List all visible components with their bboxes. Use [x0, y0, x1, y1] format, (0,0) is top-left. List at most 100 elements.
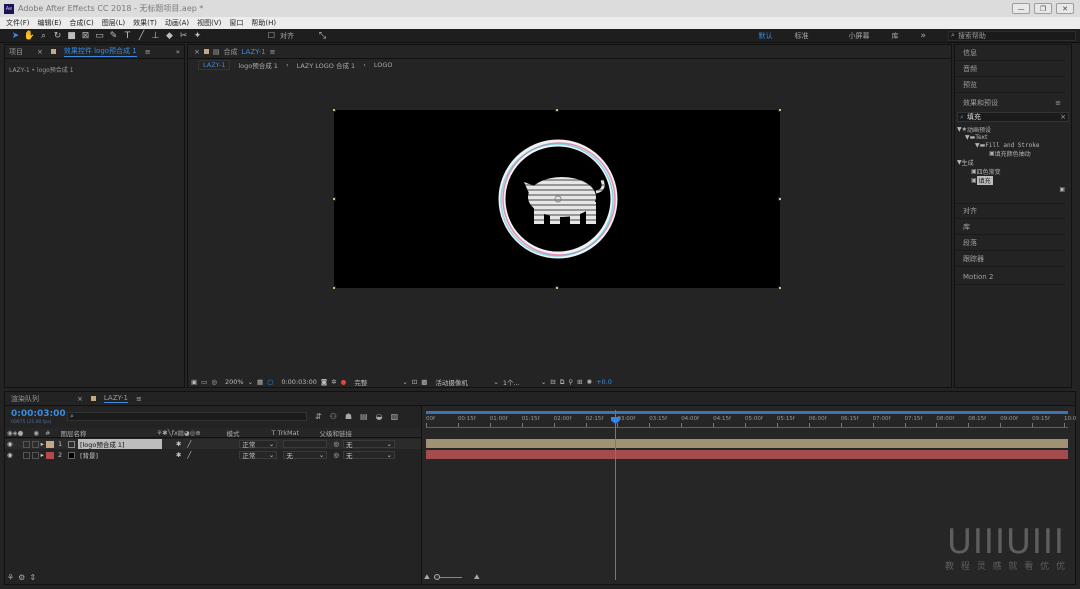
- snap-checkbox[interactable]: ☐: [266, 30, 277, 41]
- zoom-slider[interactable]: [433, 574, 462, 580]
- workspace-more-icon[interactable]: »: [920, 31, 926, 41]
- shy-icon[interactable]: ☗: [345, 412, 352, 421]
- tree-item[interactable]: ▼ 生成: [957, 157, 1069, 167]
- layer-bar-1[interactable]: [426, 439, 1068, 448]
- menu-composition[interactable]: 合成(C): [69, 18, 93, 28]
- layer-search[interactable]: ⌕: [67, 412, 307, 421]
- tab-comp-name[interactable]: LAZY-1: [242, 48, 266, 56]
- time-ruler[interactable]: 00f 00:15f 01:00f 01:15f 02:00f 02:15f 03:00f 0…: [422, 415, 1076, 427]
- panel-menu-icon[interactable]: ≡: [145, 48, 151, 56]
- menu-effect[interactable]: 效果(T): [133, 18, 157, 28]
- transform-handle[interactable]: [778, 108, 782, 112]
- workspace-library[interactable]: 库: [891, 31, 898, 41]
- timeline-timecode[interactable]: 0:00:03:00: [11, 409, 66, 419]
- close-button[interactable]: ✕: [1056, 3, 1074, 14]
- selection-tool-icon[interactable]: ➤: [10, 30, 21, 41]
- quality-switch-icon[interactable]: ╱: [187, 440, 191, 448]
- clone-tool-icon[interactable]: ⊥: [150, 30, 161, 41]
- lock-toggle[interactable]: [31, 451, 39, 459]
- layer-switches-toggle-icon[interactable]: ⚘: [7, 573, 14, 582]
- pan-behind-tool-icon[interactable]: ⊠: [80, 30, 91, 41]
- layer-row[interactable]: ◉ ▸ 2 [背景] ✱ ╱ 正常 ⌄ 无 ⌄ ◎ 无 ⌄: [5, 450, 423, 460]
- tree-item[interactable]: ▼ ▬ Text: [957, 133, 1069, 141]
- layer-bar-2[interactable]: [426, 450, 1068, 459]
- menu-edit[interactable]: 编辑(E): [38, 18, 62, 28]
- comp-viewer[interactable]: [334, 110, 780, 288]
- motion-blur-icon[interactable]: ◒: [376, 412, 383, 421]
- transform-handle[interactable]: [332, 108, 336, 112]
- disclosure-arrow-icon[interactable]: ▸: [41, 451, 44, 459]
- mode-dropdown[interactable]: 正常 ⌄: [239, 451, 278, 460]
- toggle-pixel-icon[interactable]: ⊟: [550, 378, 555, 386]
- work-area-bar[interactable]: [426, 411, 1068, 414]
- transform-handle[interactable]: [555, 108, 559, 112]
- parent-dropdown[interactable]: 无 ⌄: [342, 451, 395, 460]
- trkmat-dropdown[interactable]: [283, 440, 328, 448]
- show-snapshot-icon[interactable]: ✲: [331, 378, 336, 386]
- clear-icon[interactable]: ×: [1060, 113, 1066, 121]
- exposure-icon[interactable]: ✺: [587, 378, 592, 386]
- transform-handle[interactable]: [332, 286, 336, 290]
- channel-icon[interactable]: ●: [341, 378, 347, 386]
- always-preview-icon[interactable]: ▣: [191, 378, 197, 386]
- collapse-switch-icon[interactable]: ✱: [176, 451, 181, 459]
- brush-tool-icon[interactable]: ╱: [136, 30, 147, 41]
- eye-icon[interactable]: ◉: [7, 440, 13, 448]
- pickwhip-icon[interactable]: ◎: [333, 451, 339, 459]
- transform-handle[interactable]: [555, 286, 559, 290]
- tab-timeline-comp[interactable]: LAZY-1: [103, 394, 128, 403]
- rectangle-tool-icon[interactable]: ▭: [94, 30, 105, 41]
- layer-name-header[interactable]: 图层名称: [60, 428, 156, 438]
- panel-audio[interactable]: 音频: [955, 61, 1065, 77]
- panel-more-icon[interactable]: »: [176, 48, 180, 56]
- comp-mini-flowchart-icon[interactable]: ⇵: [315, 412, 322, 421]
- mask-icon[interactable]: ▢: [267, 378, 273, 386]
- menu-window[interactable]: 窗口: [229, 18, 243, 28]
- panel-paragraph[interactable]: 段落: [955, 235, 1065, 251]
- rotate-tool-icon[interactable]: ↻: [52, 30, 63, 41]
- grid-icon[interactable]: ▦: [257, 378, 263, 386]
- solo-toggle[interactable]: [22, 451, 30, 459]
- lock-toggle[interactable]: [31, 440, 39, 448]
- roto-tool-icon[interactable]: ✂: [178, 30, 189, 41]
- pickwhip-icon[interactable]: ◎: [333, 440, 339, 448]
- current-timecode[interactable]: 0:00:03:00: [281, 378, 317, 386]
- panel-motion2[interactable]: Motion 2: [955, 269, 1065, 285]
- quality-switch-icon[interactable]: ╱: [187, 451, 191, 459]
- menu-animation[interactable]: 动画(A): [165, 18, 189, 28]
- snapshot-icon[interactable]: ◙: [321, 378, 327, 386]
- layer-label-color[interactable]: [45, 440, 54, 448]
- roi-icon[interactable]: ⊡: [412, 378, 417, 386]
- effects-search[interactable]: ⌕ 填充 ×: [957, 112, 1069, 122]
- graph-editor-icon[interactable]: ▧: [391, 412, 399, 421]
- search-help[interactable]: ⌕ 搜索帮助: [948, 30, 1076, 41]
- eye-icon[interactable]: ◉: [7, 451, 13, 459]
- disclosure-arrow-icon[interactable]: ▸: [41, 440, 44, 448]
- exposure-value[interactable]: +0.0: [596, 378, 612, 386]
- tab-composition[interactable]: 合成: [224, 47, 238, 57]
- transform-handle[interactable]: [332, 197, 336, 201]
- crumb-3[interactable]: LOGO: [374, 61, 393, 69]
- puppet-tool-icon[interactable]: ✦: [192, 30, 203, 41]
- zoom-tool-icon[interactable]: ⌕: [38, 30, 49, 41]
- panel-effects-presets[interactable]: 效果和预设 ≡: [955, 95, 1065, 111]
- layer-row[interactable]: ◉ ▸ 1 [logo预合成 1] ✱ ╱ 正常 ⌄ ◎ 无 ⌄: [5, 439, 423, 449]
- panel-align[interactable]: 对齐: [955, 203, 1065, 219]
- monitor-icon[interactable]: ▭: [201, 378, 207, 386]
- draft-3d-icon[interactable]: ⚇: [330, 412, 337, 421]
- search-help-input[interactable]: 搜索帮助: [958, 31, 986, 41]
- minimize-button[interactable]: —: [1012, 3, 1030, 14]
- views-dropdown[interactable]: 1个...: [503, 377, 537, 387]
- zoom-dropdown[interactable]: 200%: [225, 378, 244, 386]
- workspace-standard[interactable]: 标准: [794, 31, 808, 41]
- layer-name[interactable]: [背景]: [78, 450, 162, 460]
- panel-info[interactable]: 信息: [955, 45, 1065, 61]
- camera-tool-icon[interactable]: ■: [66, 30, 77, 41]
- type-tool-icon[interactable]: T: [122, 30, 133, 41]
- eraser-tool-icon[interactable]: ◆: [164, 30, 175, 41]
- tab-effect-controls[interactable]: 效果控件 logo预合成 1: [63, 46, 137, 57]
- parent-dropdown[interactable]: 无 ⌄: [342, 440, 395, 449]
- mode-header[interactable]: 模式: [226, 428, 271, 438]
- transparency-grid-icon[interactable]: ▩: [421, 378, 427, 386]
- crumb-2[interactable]: LAZY LOGO 合成 1: [297, 60, 356, 70]
